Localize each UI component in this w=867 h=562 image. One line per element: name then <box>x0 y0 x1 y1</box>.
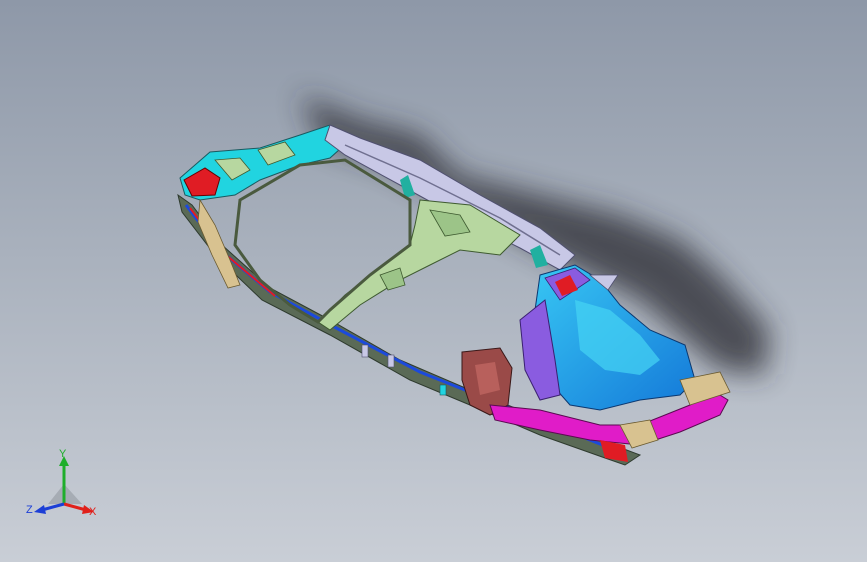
graphics-viewport[interactable]: Y Z X <box>0 0 867 562</box>
z-axis-label: Z <box>26 504 33 516</box>
center-cross-member <box>317 199 521 331</box>
coordinate-triad: Y Z X <box>26 448 106 522</box>
y-axis-label: Y <box>59 448 67 460</box>
rear-bracket <box>461 347 513 416</box>
left-front-structure <box>179 124 351 289</box>
x-axis-label: X <box>89 506 97 518</box>
cad-model-view[interactable] <box>0 0 867 562</box>
